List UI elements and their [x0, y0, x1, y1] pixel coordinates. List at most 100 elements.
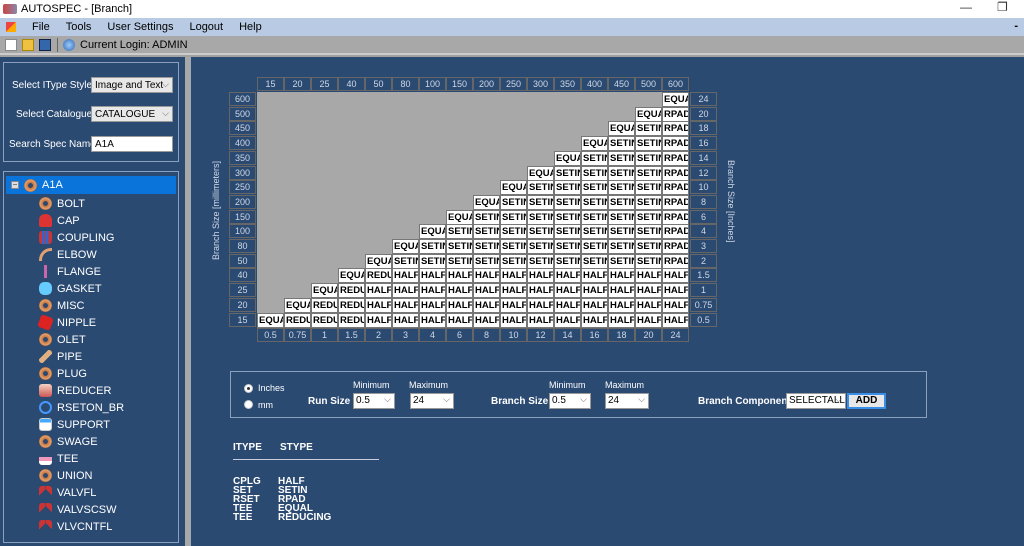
- branch-cell[interactable]: SETIN: [500, 239, 527, 254]
- branch-cell[interactable]: EQUA: [311, 283, 338, 299]
- restore-button[interactable]: ❐: [997, 0, 1008, 14]
- branch-cell[interactable]: SETIN: [419, 253, 446, 269]
- branch-cell[interactable]: SETIN: [527, 239, 554, 254]
- branch-cell[interactable]: SETIN: [635, 121, 662, 137]
- branch-cell[interactable]: SETIN: [446, 239, 473, 254]
- branch-cell[interactable]: SETIN: [527, 194, 554, 210]
- branch-cell[interactable]: HALF: [554, 297, 581, 313]
- branch-cell[interactable]: REDU: [311, 297, 338, 313]
- save-icon[interactable]: [39, 38, 51, 51]
- branch-cell[interactable]: SETIN: [500, 194, 527, 210]
- branch-cell[interactable]: SETIN: [581, 194, 608, 210]
- branch-cell[interactable]: HALF: [635, 297, 662, 313]
- branch-cell[interactable]: SETIN: [392, 253, 419, 269]
- tree-item-coupling[interactable]: COUPLING: [39, 229, 114, 246]
- branch-cell[interactable]: HALF: [392, 297, 419, 313]
- branch-cell[interactable]: HALF: [554, 312, 581, 328]
- branch-cell[interactable]: HALF: [554, 268, 581, 284]
- tree-item-valvfl[interactable]: VALVFL: [39, 484, 96, 501]
- branch-cell[interactable]: EQUA: [527, 165, 554, 181]
- branch-cell[interactable]: RPAD: [662, 224, 689, 240]
- branch-cell[interactable]: SETIN: [635, 180, 662, 196]
- inches-radio[interactable]: [244, 384, 253, 393]
- branch-cell[interactable]: EQUA: [257, 312, 284, 328]
- branch-cell[interactable]: SETIN: [527, 209, 554, 225]
- branch-cell[interactable]: SETIN: [581, 165, 608, 181]
- branch-component-select[interactable]: SELECTALL ⌵: [786, 393, 846, 409]
- branch-cell[interactable]: SETIN: [554, 180, 581, 196]
- branch-cell[interactable]: EQUA: [365, 253, 392, 269]
- branch-cell[interactable]: SETIN: [608, 165, 635, 181]
- branch-cell[interactable]: HALF: [635, 312, 662, 328]
- branch-cell[interactable]: HALF: [419, 283, 446, 299]
- branch-cell[interactable]: HALF: [500, 297, 527, 313]
- tree-item-pipe[interactable]: PIPE: [39, 348, 82, 365]
- branch-cell[interactable]: HALF: [446, 312, 473, 328]
- branch-cell[interactable]: SETIN: [581, 239, 608, 254]
- branch-cell[interactable]: SETIN: [581, 180, 608, 196]
- branch-cell[interactable]: SETIN: [635, 253, 662, 269]
- search-spec-input[interactable]: [91, 136, 173, 152]
- tree-item-support[interactable]: SUPPORT: [39, 416, 110, 433]
- add-button[interactable]: ADD: [847, 393, 886, 409]
- branch-cell[interactable]: HALF: [446, 297, 473, 313]
- branch-cell[interactable]: HALF: [581, 283, 608, 299]
- menu-logout[interactable]: Logout: [181, 21, 231, 33]
- branch-cell[interactable]: HALF: [500, 283, 527, 299]
- branch-cell[interactable]: REDU: [365, 268, 392, 284]
- branch-cell[interactable]: SETIN: [608, 239, 635, 254]
- run-min-select[interactable]: 0.5 ⌵: [353, 393, 395, 409]
- branch-cell[interactable]: EQUA: [608, 121, 635, 137]
- branch-cell[interactable]: EQUA: [473, 194, 500, 210]
- branch-cell[interactable]: SETIN: [446, 224, 473, 240]
- branch-cell[interactable]: RPAD: [662, 136, 689, 152]
- branch-cell[interactable]: HALF: [473, 268, 500, 284]
- branch-cell[interactable]: SETIN: [554, 209, 581, 225]
- branch-cell[interactable]: HALF: [608, 283, 635, 299]
- run-max-select[interactable]: 24 ⌵: [410, 393, 454, 409]
- branch-cell[interactable]: RPAD: [662, 121, 689, 137]
- itype-style-select[interactable]: Image and Text ⌵: [91, 77, 173, 93]
- menu-user-settings[interactable]: User Settings: [99, 21, 181, 33]
- tree-root-node[interactable]: − A1A: [6, 176, 176, 194]
- branch-cell[interactable]: HALF: [392, 268, 419, 284]
- branch-cell[interactable]: HALF: [392, 283, 419, 299]
- branch-cell[interactable]: SETIN: [527, 224, 554, 240]
- branch-cell[interactable]: RPAD: [662, 239, 689, 254]
- branch-cell[interactable]: SETIN: [608, 209, 635, 225]
- tree-item-elbow[interactable]: ELBOW: [39, 246, 97, 263]
- tree-item-flange[interactable]: FLANGE: [39, 263, 101, 280]
- open-folder-icon[interactable]: [22, 38, 34, 51]
- branch-cell[interactable]: SETIN: [500, 209, 527, 225]
- branch-cell[interactable]: REDU: [338, 283, 365, 299]
- branch-cell[interactable]: EQUA: [662, 92, 689, 107]
- tree-item-cap[interactable]: CAP: [39, 212, 80, 229]
- tree-item-plug[interactable]: PLUG: [39, 365, 87, 382]
- branch-cell[interactable]: HALF: [419, 297, 446, 313]
- branch-cell[interactable]: HALF: [581, 297, 608, 313]
- branch-cell[interactable]: HALF: [365, 297, 392, 313]
- branch-cell[interactable]: SETIN: [500, 253, 527, 269]
- branch-cell[interactable]: HALF: [662, 297, 689, 313]
- branch-cell[interactable]: SETIN: [554, 194, 581, 210]
- branch-cell[interactable]: EQUA: [635, 106, 662, 122]
- branch-cell[interactable]: REDU: [338, 312, 365, 328]
- catalogue-select[interactable]: CATALOGUE ⌵: [91, 106, 173, 122]
- menu-file[interactable]: File: [24, 21, 58, 33]
- menu-help[interactable]: Help: [231, 21, 270, 33]
- branch-cell[interactable]: HALF: [473, 297, 500, 313]
- branch-cell[interactable]: HALF: [500, 268, 527, 284]
- tree-item-union[interactable]: UNION: [39, 467, 92, 484]
- branch-cell[interactable]: HALF: [473, 283, 500, 299]
- branch-cell[interactable]: SETIN: [581, 224, 608, 240]
- branch-cell[interactable]: SETIN: [473, 224, 500, 240]
- branch-cell[interactable]: SETIN: [581, 150, 608, 166]
- branch-cell[interactable]: HALF: [419, 268, 446, 284]
- branch-cell[interactable]: SETIN: [527, 253, 554, 269]
- branch-cell[interactable]: HALF: [581, 268, 608, 284]
- branch-cell[interactable]: SETIN: [635, 136, 662, 152]
- branch-cell[interactable]: SETIN: [554, 224, 581, 240]
- branch-cell[interactable]: EQUA: [554, 150, 581, 166]
- child-minimize-button[interactable]: -: [1014, 20, 1018, 32]
- branch-cell[interactable]: EQUA: [446, 209, 473, 225]
